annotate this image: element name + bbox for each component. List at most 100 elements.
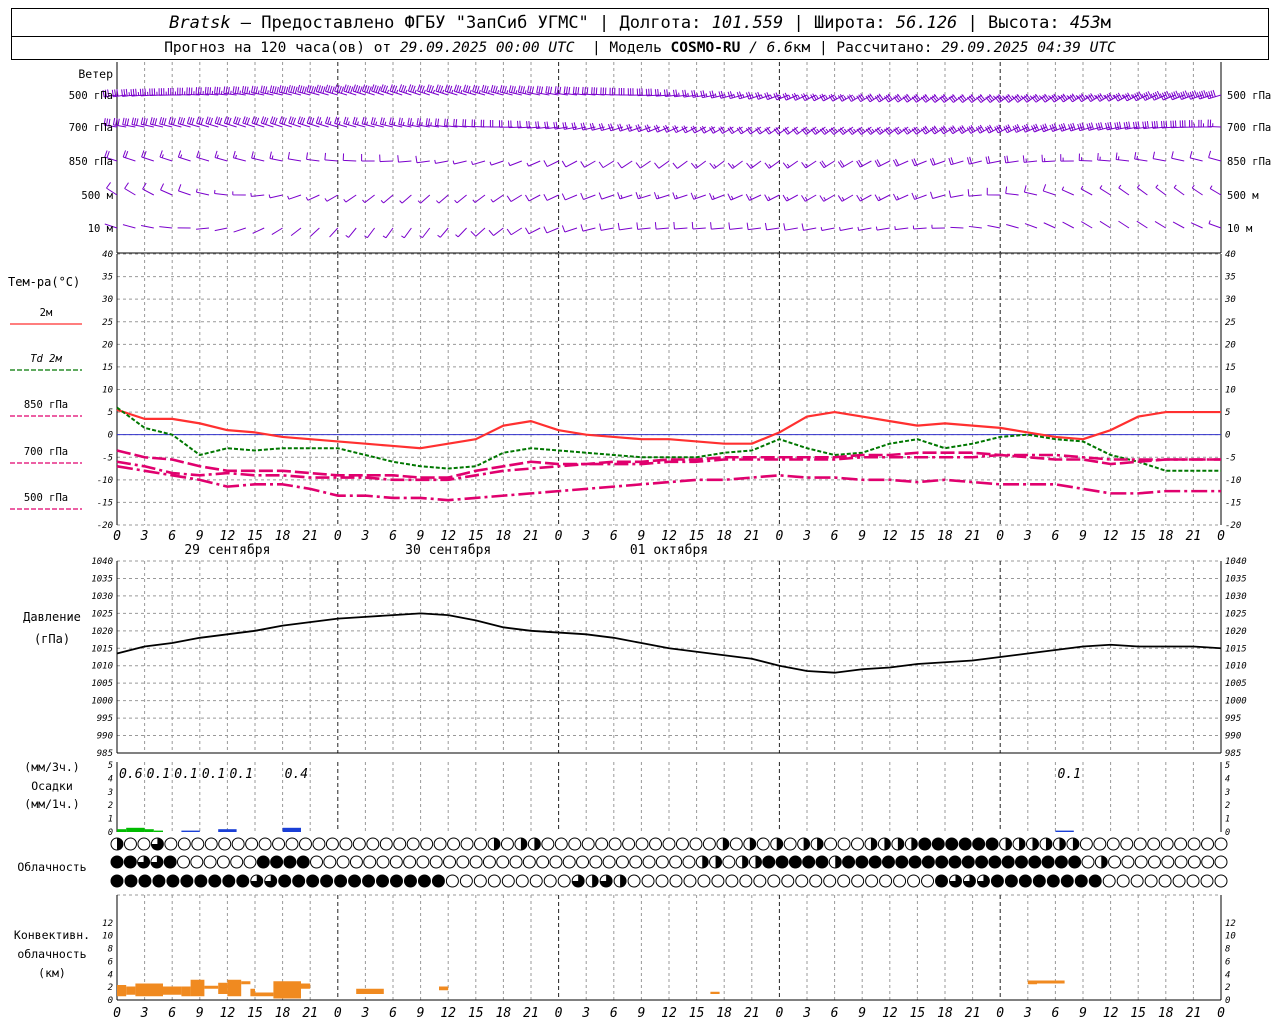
- y-tick-label-left: 15: [102, 363, 113, 373]
- cloud-symbol: [376, 874, 390, 888]
- cloud-symbol-fill: [835, 856, 842, 868]
- wind-barb: [379, 154, 394, 163]
- x-tick-label-bottom: 6: [831, 1006, 839, 1021]
- y-tick-label-left: 35: [101, 273, 113, 283]
- wind-barb: [506, 194, 523, 202]
- wind-barb: [525, 227, 541, 235]
- cloud-symbol: [1093, 837, 1107, 851]
- y-tick-label-right: 25: [1225, 318, 1236, 328]
- x-tick-label: 18: [937, 529, 953, 544]
- cloud-symbol: [403, 855, 417, 869]
- wind-barb: [471, 160, 486, 166]
- pressure-unit: (гПа): [34, 632, 70, 646]
- y-tick-label-right: 1040: [1225, 557, 1247, 567]
- y-tick-label-right: 985: [1225, 749, 1241, 759]
- cloud-symbol: [460, 837, 474, 851]
- wind-barb: [1154, 221, 1167, 229]
- wind-barb: [801, 160, 817, 169]
- y-tick-label-right: 1015: [1225, 644, 1247, 654]
- wind-barb: [745, 193, 762, 201]
- wind-barb: [223, 116, 237, 128]
- pressure-title: Давление: [23, 610, 81, 624]
- wind-barb: [252, 227, 265, 234]
- y-tick-label-right: 1030: [1225, 592, 1247, 602]
- wind-barb: [310, 227, 320, 237]
- y-tick-label-right: -20: [1225, 521, 1241, 531]
- convective-bar: [218, 982, 228, 994]
- convective-bar: [255, 992, 274, 997]
- cloud-symbol: [842, 855, 856, 869]
- cloud-symbol: [879, 874, 893, 888]
- wind-barb: [195, 188, 210, 196]
- x-tick-label-bottom: 12: [220, 1006, 236, 1021]
- cloud-symbol: [1160, 837, 1174, 851]
- cloud-symbol: [292, 874, 306, 888]
- cloud-symbol: [975, 855, 989, 869]
- precip-unit-1h: (мм/1ч.): [24, 797, 79, 811]
- cloud-symbol: [312, 837, 326, 851]
- cloud-symbol: [1032, 874, 1046, 888]
- cloud-symbol: [702, 837, 716, 851]
- cloud-symbol: [352, 837, 366, 851]
- convective-bar: [181, 986, 191, 997]
- wind-barb: [1099, 220, 1111, 229]
- wind-barb: [636, 222, 651, 230]
- cloud-symbol: [123, 855, 137, 869]
- x-tick-label: 21: [302, 529, 318, 544]
- cloud-symbol-fill: [884, 838, 891, 850]
- x-tick-label: 18: [496, 529, 512, 544]
- x-tick-label: 21: [523, 529, 539, 544]
- y-tick-label-right: 4: [1225, 774, 1230, 784]
- wind-barb: [251, 151, 265, 162]
- cloud-symbol: [110, 855, 124, 869]
- cloud-symbol: [855, 855, 869, 869]
- wind-barb: [543, 194, 559, 201]
- wind-barb: [364, 227, 376, 239]
- cloud-symbol-fill: [722, 838, 729, 850]
- cloud-symbol-fill: [592, 875, 599, 887]
- wind-barb: [543, 226, 559, 234]
- y-tick-label-left: 6: [108, 957, 113, 967]
- cloud-symbol: [379, 837, 393, 851]
- y-tick-label-left: 10: [102, 932, 113, 942]
- wind-barb: [856, 159, 872, 168]
- cloud-symbol: [918, 837, 932, 851]
- cloud-symbol: [985, 837, 999, 851]
- wind-barb: [1198, 119, 1212, 128]
- y-tick-label-left: 995: [97, 714, 113, 724]
- wind-barb: [214, 150, 228, 162]
- cloud-symbol: [908, 855, 922, 869]
- x-tick-label: 6: [389, 529, 397, 544]
- cloud-symbol: [1060, 874, 1074, 888]
- wind-barb: [746, 222, 762, 231]
- wind-barb: [968, 225, 982, 229]
- cloud-symbol: [568, 837, 582, 851]
- x-tick-label-bottom: 21: [1186, 1006, 1202, 1021]
- wind-level-label: 700 гПа: [1227, 122, 1271, 134]
- cloud-symbol: [824, 837, 838, 851]
- wind-barb: [709, 160, 725, 169]
- cloud-symbol: [230, 855, 244, 869]
- wind-barb: [986, 187, 1001, 196]
- wind-barb: [288, 116, 302, 128]
- y-tick-label-left: 40: [102, 250, 113, 260]
- y-tick-label-right: 3: [1224, 788, 1230, 798]
- x-tick-label: 9: [637, 529, 645, 544]
- cloud-symbol: [216, 855, 230, 869]
- y-tick-label-right: 6: [1225, 957, 1230, 967]
- y-tick-label-left: 1040: [91, 557, 113, 567]
- cloud-symbol-fill: [1019, 838, 1026, 850]
- cloud-symbol: [541, 837, 555, 851]
- cloud-symbol: [615, 855, 629, 869]
- wind-barb: [233, 227, 246, 233]
- cloud-symbol: [990, 874, 1004, 888]
- cloud-symbol: [278, 874, 292, 888]
- cloud-symbol: [895, 855, 909, 869]
- wind-barb: [269, 116, 283, 128]
- wind-barb: [1172, 221, 1185, 229]
- wind-barb: [287, 151, 302, 162]
- x-tick-label-bottom: 3: [360, 1006, 369, 1021]
- wind-barb: [324, 194, 339, 202]
- y-tick-label-right: -10: [1225, 476, 1241, 486]
- wind-barb: [159, 150, 173, 162]
